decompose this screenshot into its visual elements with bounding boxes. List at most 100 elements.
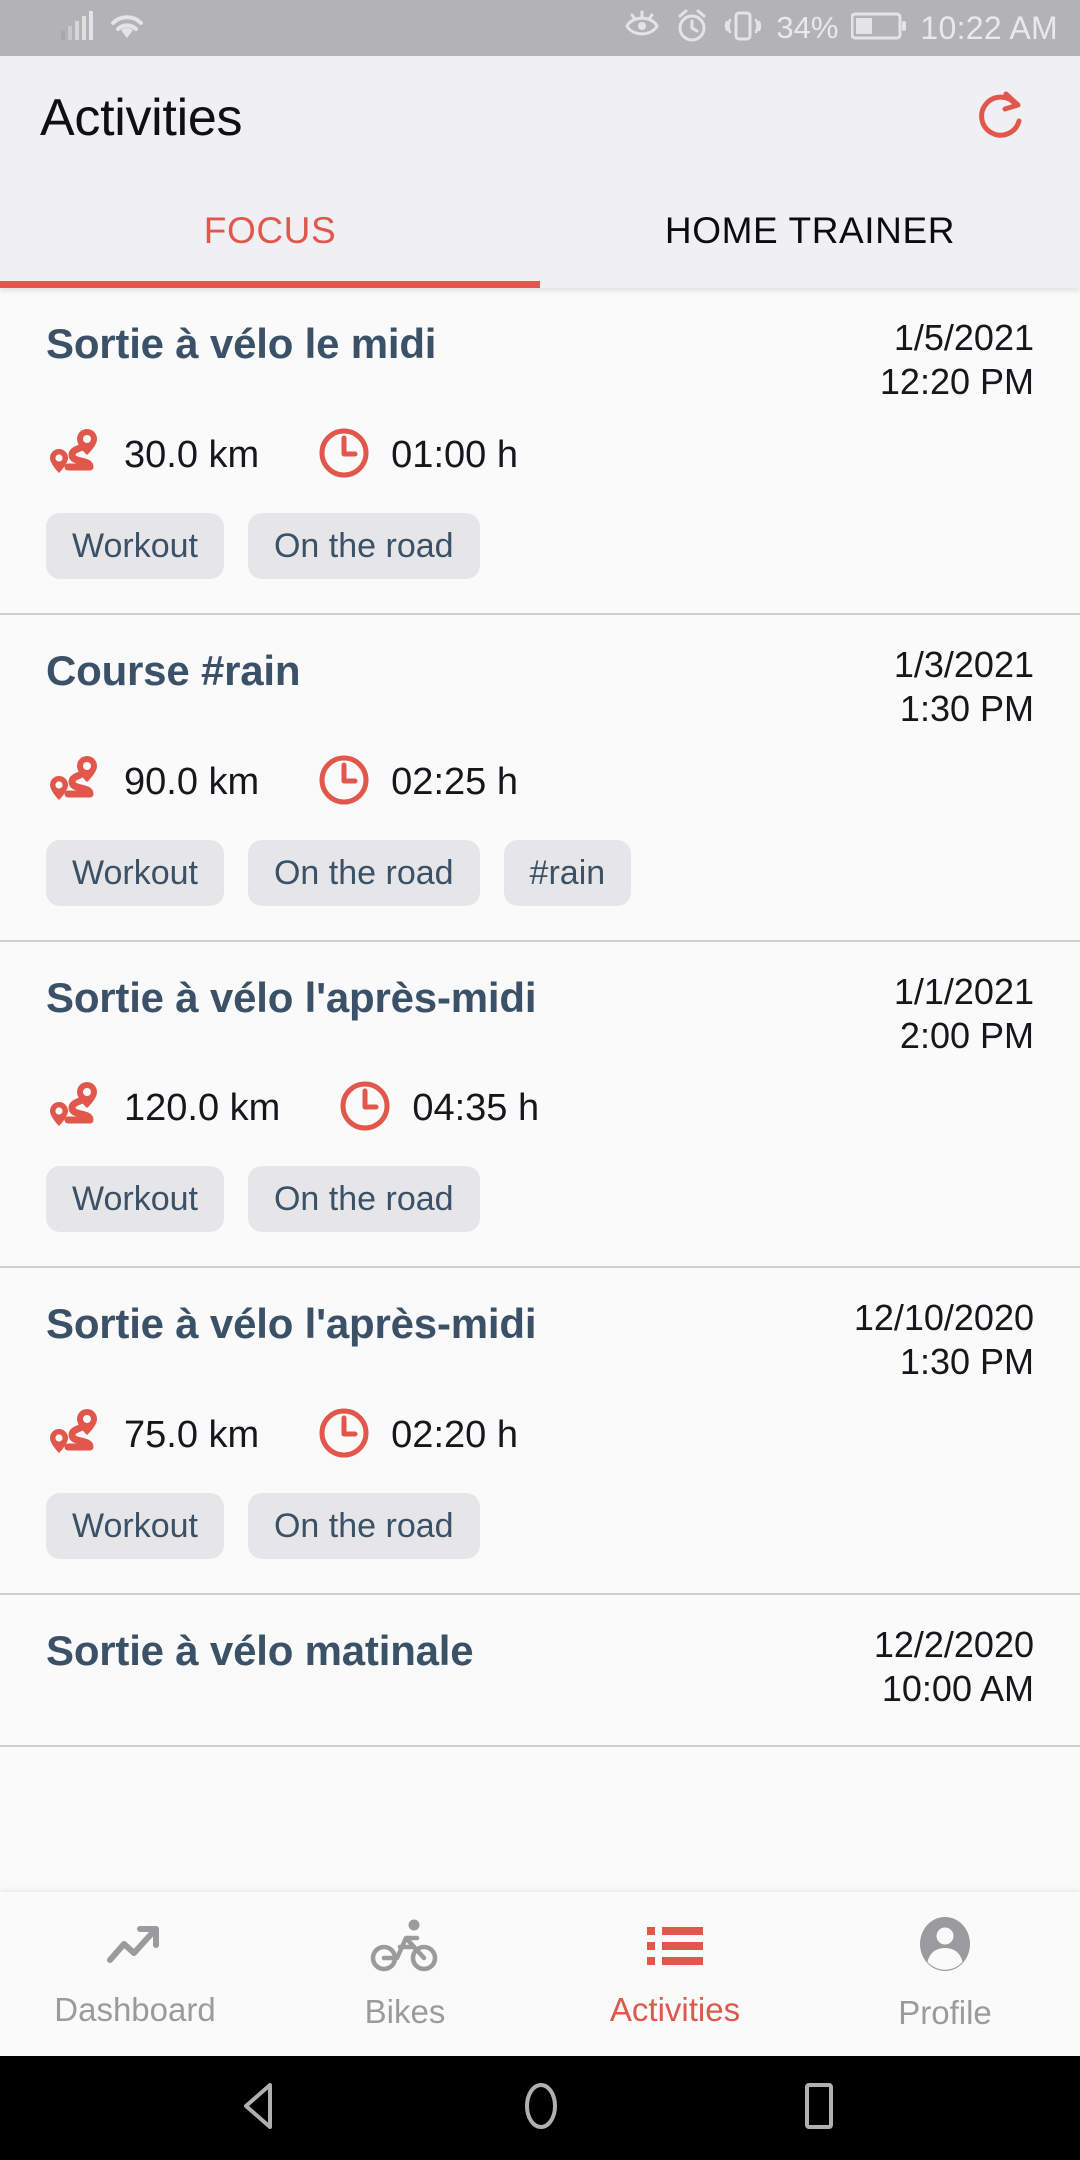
- activity-tag[interactable]: Workout: [46, 1493, 224, 1560]
- alarm-clock-icon: [674, 9, 710, 48]
- activity-list-item[interactable]: Sortie à vélo l'après-midi 12/10/2020 1:…: [0, 1268, 1080, 1596]
- activity-date: 1/1/2021: [893, 970, 1034, 1012]
- list-icon: [644, 1920, 706, 1977]
- activity-datetime: 1/5/2021 12:20 PM: [860, 316, 1034, 404]
- route-icon: [46, 754, 104, 811]
- person-icon: [914, 1916, 976, 1980]
- activity-datetime: 12/2/2020 10:00 AM: [854, 1623, 1034, 1711]
- activity-list-item[interactable]: Sortie à vélo l'après-midi 1/1/2021 2:00…: [0, 941, 1080, 1269]
- nav-item-dashboard-label: Dashboard: [54, 1990, 216, 2028]
- activity-distance: 30.0 km: [46, 427, 259, 484]
- activity-time: 10:00 AM: [881, 1668, 1034, 1710]
- activity-duration-value: 02:25 h: [391, 760, 518, 803]
- back-triangle-icon[interactable]: [237, 2080, 287, 2137]
- activity-tag[interactable]: Workout: [46, 512, 224, 579]
- wifi-icon: [108, 11, 146, 46]
- activity-duration: 01:00 h: [317, 426, 518, 485]
- activity-header: Sortie à vélo l'après-midi 1/1/2021 2:00…: [46, 970, 1034, 1058]
- status-bar-clock: 10:22 AM: [920, 9, 1058, 46]
- nav-item-profile-label: Profile: [898, 1993, 992, 2031]
- activity-tags: Workout On the road: [46, 512, 1034, 579]
- status-bar: 34% 10:22 AM: [0, 0, 1080, 56]
- activity-tag[interactable]: On the road: [247, 1493, 480, 1560]
- activity-stats: 90.0 km 02:25 h: [46, 753, 1034, 812]
- clock-icon: [317, 753, 371, 812]
- activity-duration-value: 02:20 h: [391, 1414, 518, 1457]
- activity-time: 1:30 PM: [899, 687, 1034, 729]
- activity-header: Sortie à vélo matinale 12/2/2020 10:00 A…: [46, 1623, 1034, 1711]
- clock-icon: [338, 1079, 392, 1138]
- activity-stats: 75.0 km 02:20 h: [46, 1406, 1034, 1465]
- activity-header: Sortie à vélo l'après-midi 12/10/2020 1:…: [46, 1296, 1034, 1384]
- activity-title: Sortie à vélo l'après-midi: [46, 973, 537, 1021]
- activity-duration: 02:25 h: [317, 753, 518, 812]
- activity-tags: Workout On the road #rain: [46, 839, 1034, 906]
- recents-square-icon[interactable]: [795, 2079, 843, 2138]
- nav-item-bikes[interactable]: Bikes: [270, 1918, 540, 2031]
- bottom-navigation: Dashboard Bikes Activities Profile: [0, 1892, 1080, 2056]
- activity-header: Sortie à vélo le midi 1/5/2021 12:20 PM: [46, 316, 1034, 404]
- activity-time: 1:30 PM: [899, 1341, 1034, 1383]
- nav-item-dashboard[interactable]: Dashboard: [0, 1920, 270, 2029]
- activity-duration-value: 04:35 h: [412, 1087, 540, 1130]
- tab-focus-label: FOCUS: [203, 210, 337, 251]
- activity-tag[interactable]: On the road: [247, 512, 480, 579]
- app-bar: Activities: [0, 56, 1080, 180]
- tab-focus[interactable]: FOCUS: [0, 180, 540, 288]
- eye-comfort-icon: [623, 10, 661, 47]
- activity-distance-value: 120.0 km: [124, 1087, 281, 1130]
- tab-home-trainer-label: HOME TRAINER: [664, 210, 956, 251]
- activity-duration: 02:20 h: [317, 1406, 518, 1465]
- trending-up-icon: [104, 1920, 166, 1977]
- nav-item-activities[interactable]: Activities: [540, 1920, 810, 2029]
- activity-distance: 120.0 km: [46, 1080, 280, 1137]
- activity-tag[interactable]: On the road: [247, 839, 480, 906]
- route-icon: [46, 1080, 104, 1137]
- clock-icon: [317, 426, 371, 485]
- activity-distance: 75.0 km: [46, 1407, 259, 1464]
- activity-stats: 120.0 km 04:35 h: [46, 1079, 1034, 1138]
- activity-tag[interactable]: #rain: [503, 839, 632, 906]
- activity-duration-value: 01:00 h: [391, 433, 518, 476]
- activity-datetime: 12/10/2020 1:30 PM: [834, 1296, 1034, 1384]
- activity-distance-value: 90.0 km: [124, 760, 260, 803]
- activity-date: 1/5/2021: [893, 317, 1034, 358]
- vibrate-icon: [723, 9, 763, 48]
- phone-screen: 34% 10:22 AM Activities FOCUS HOME TRAIN…: [0, 0, 1080, 2160]
- activity-title: Sortie à vélo matinale: [46, 1627, 474, 1675]
- battery-percent-label: 34%: [776, 10, 839, 45]
- system-navigation-bar: [0, 2056, 1080, 2160]
- activity-tags: Workout On the road: [46, 1493, 1034, 1560]
- activity-list-item[interactable]: Course #rain 1/3/2021 1:30 PM 90.0 km 02…: [0, 614, 1080, 942]
- activity-title: Sortie à vélo le midi: [46, 320, 437, 367]
- activity-tag[interactable]: Workout: [46, 1166, 224, 1233]
- activity-duration: 04:35 h: [338, 1079, 539, 1138]
- activity-datetime: 1/3/2021 1:30 PM: [874, 643, 1034, 731]
- home-circle-icon[interactable]: [517, 2079, 565, 2138]
- activity-list-item[interactable]: Sortie à vélo le midi 1/5/2021 12:20 PM: [0, 288, 1080, 615]
- activity-tag[interactable]: On the road: [247, 1166, 480, 1233]
- activity-title: Sortie à vélo l'après-midi: [46, 1300, 537, 1348]
- activity-distance-value: 30.0 km: [124, 433, 260, 476]
- activity-time: 12:20 PM: [879, 360, 1034, 402]
- route-icon: [46, 427, 104, 484]
- tab-bar: FOCUS HOME TRAINER: [0, 180, 1080, 288]
- battery-icon: [850, 11, 907, 46]
- page-title: Activities: [40, 89, 243, 147]
- activity-date: 1/3/2021: [893, 643, 1034, 685]
- bicycle-icon: [370, 1918, 440, 1979]
- activity-tag[interactable]: Workout: [46, 839, 224, 906]
- status-bar-left: [22, 10, 146, 46]
- refresh-icon: [970, 85, 1032, 152]
- nav-item-bikes-label: Bikes: [364, 1992, 446, 2030]
- route-icon: [46, 1407, 104, 1464]
- activity-title: Course #rain: [46, 646, 301, 694]
- activity-datetime: 1/1/2021 2:00 PM: [874, 970, 1034, 1058]
- activity-list[interactable]: Sortie à vélo le midi 1/5/2021 12:20 PM: [0, 288, 1080, 2160]
- tab-home-trainer[interactable]: HOME TRAINER: [540, 180, 1080, 288]
- nav-item-profile[interactable]: Profile: [810, 1916, 1080, 2032]
- activity-list-item[interactable]: Sortie à vélo matinale 12/2/2020 10:00 A…: [0, 1595, 1080, 1748]
- activity-date: 12/10/2020: [853, 1297, 1034, 1339]
- activity-date: 12/2/2020: [873, 1624, 1034, 1666]
- refresh-button[interactable]: [962, 79, 1040, 157]
